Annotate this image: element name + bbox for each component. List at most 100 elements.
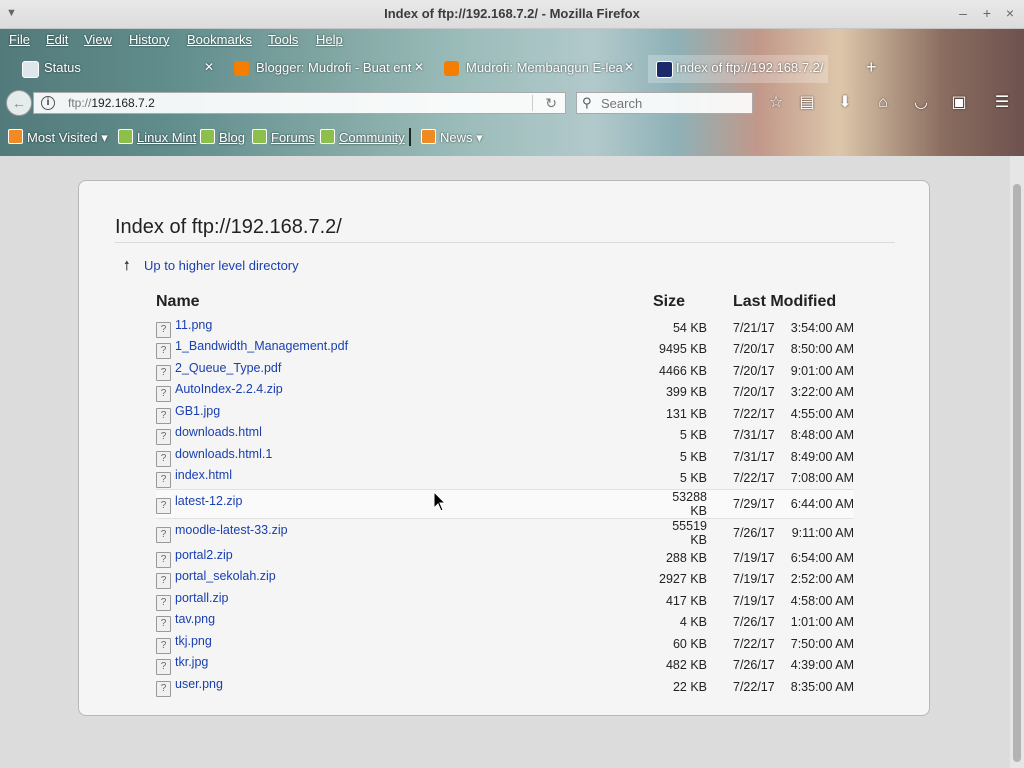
file-name-cell: ? latest-12.zip	[156, 489, 653, 519]
menu-help[interactable]: Help	[316, 32, 343, 47]
file-link[interactable]: portal2.zip	[175, 548, 233, 562]
unknown-file-icon: ?	[156, 407, 171, 424]
file-name-cell: ? 1_Bandwidth_Management.pdf	[156, 339, 653, 361]
most-visited-icon	[8, 129, 23, 144]
mint-icon	[320, 129, 335, 144]
file-link[interactable]: tav.png	[175, 612, 215, 626]
bookmark-blog[interactable]: Blog	[200, 129, 245, 145]
url-bar[interactable]: i ftp://192.168.7.2 ↻	[33, 92, 566, 114]
plus-icon: +	[866, 57, 877, 77]
file-link[interactable]: 2_Queue_Type.pdf	[175, 361, 281, 375]
unknown-file-icon: ?	[156, 429, 171, 446]
file-link[interactable]: tkr.jpg	[175, 655, 208, 669]
file-time-cell: 4:58:00 AM	[790, 593, 854, 608]
file-link[interactable]: downloads.html.1	[175, 447, 272, 461]
menu-edit[interactable]: Edit	[46, 32, 68, 47]
file-time-cell: 2:52:00 AM	[790, 572, 854, 587]
file-size-cell: 2927 KB	[659, 572, 707, 587]
file-name-cell: ? 2_Queue_Type.pdf	[156, 360, 653, 382]
close-tab-icon[interactable]: ✕	[414, 60, 424, 74]
table-row: ? tkj.png 60 KB 7/22/17 7:50:00 AM	[156, 633, 854, 655]
search-input[interactable]	[599, 95, 743, 112]
close-tab-icon[interactable]: ✕	[204, 60, 214, 74]
column-modified-header[interactable]: Last Modified	[733, 289, 854, 317]
unknown-file-icon: ?	[156, 343, 171, 360]
file-date-cell: 7/22/17	[733, 471, 775, 486]
file-time-cell: 8:35:00 AM	[790, 679, 854, 694]
rss-icon	[421, 129, 436, 144]
table-row: ? tav.png 4 KB 7/26/17 1:01:00 AM	[156, 612, 854, 634]
file-time-cell: 4:39:00 AM	[790, 658, 854, 673]
file-name-cell: ? 11.png	[156, 317, 653, 339]
minimize-button[interactable]: –	[954, 5, 972, 21]
window-titlebar: ▼ Index of ftp://192.168.7.2/ - Mozilla …	[0, 0, 1024, 29]
file-size-cell: 482 KB	[665, 658, 707, 673]
bookmark-most-visited[interactable]: Most Visited ▾	[8, 129, 108, 146]
file-link[interactable]: index.html	[175, 468, 232, 482]
url-divider	[532, 95, 533, 111]
scrollbar-thumb[interactable]	[1013, 184, 1021, 762]
file-link[interactable]: user.png	[175, 677, 223, 691]
download-icon[interactable]: ⬇	[835, 93, 855, 113]
file-link[interactable]: GB1.jpg	[175, 404, 220, 418]
file-link[interactable]: downloads.html	[175, 425, 262, 439]
file-link[interactable]: latest-12.zip	[175, 494, 242, 508]
tab-strip: Status ✕ Blogger: Mudrofi - Buat ent ✕ M…	[0, 55, 1024, 85]
file-link[interactable]: moodle-latest-33.zip	[175, 523, 288, 537]
file-date-cell: 7/20/17	[733, 342, 775, 357]
reload-icon[interactable]: ↻	[545, 95, 557, 112]
file-size-cell: 5 KB	[679, 449, 707, 464]
file-link[interactable]: AutoIndex-2.2.4.zip	[175, 382, 283, 396]
bookmark-label: Most Visited	[27, 130, 98, 145]
bookmark-community[interactable]: Community	[320, 129, 405, 145]
title-divider	[115, 242, 895, 243]
blogger-icon	[234, 61, 249, 76]
extension-icon[interactable]: ▣	[949, 93, 969, 113]
column-name-header[interactable]: Name	[156, 289, 653, 317]
maximize-button[interactable]: +	[978, 5, 996, 21]
close-tab-icon[interactable]: ✕	[624, 60, 634, 74]
file-link[interactable]: 11.png	[175, 318, 212, 332]
close-window-button[interactable]: ×	[1001, 5, 1019, 21]
file-link[interactable]: portall.zip	[175, 591, 229, 605]
unknown-file-icon: ?	[156, 680, 171, 697]
tab-label: Blogger: Mudrofi - Buat ent	[256, 60, 412, 75]
home-icon[interactable]: ⌂	[873, 93, 893, 113]
menu-view[interactable]: View	[84, 32, 112, 47]
file-link[interactable]: tkj.png	[175, 634, 212, 648]
bookmark-star-icon[interactable]: ☆	[766, 93, 786, 113]
pocket-icon[interactable]: ◡	[911, 93, 931, 113]
tab-blogger-dashboard[interactable]: Blogger: Mudrofi - Buat ent ✕	[234, 55, 432, 83]
bookmark-forums[interactable]: Forums	[252, 129, 315, 145]
new-tab-button[interactable]: +	[862, 53, 884, 81]
menu-bookmarks[interactable]: Bookmarks	[187, 32, 252, 47]
file-date-cell: 7/19/17	[733, 572, 775, 587]
bookmark-linux-mint[interactable]: Linux Mint	[118, 129, 196, 145]
page-viewport: Index of ftp://192.168.7.2/ 🠕 Up to highe…	[0, 156, 1010, 768]
tab-blogger-post[interactable]: Mudrofi: Membangun E-lea ✕	[444, 55, 640, 83]
mouse-cursor-icon	[433, 491, 447, 512]
info-icon[interactable]: i	[41, 96, 55, 110]
file-link[interactable]: 1_Bandwidth_Management.pdf	[175, 339, 348, 353]
column-size-header[interactable]: Size	[653, 289, 733, 317]
hamburger-menu-icon[interactable]: ☰	[992, 93, 1012, 113]
chevron-down-icon: ▾	[472, 130, 483, 145]
tab-ftp-index[interactable]: Index of ftp://192.168.7.2/	[648, 55, 828, 83]
tab-status[interactable]: Status ✕	[22, 55, 222, 83]
search-bar[interactable]: ⚲	[576, 92, 753, 114]
up-directory-link[interactable]: 🠕 Up to higher level directory	[124, 257, 299, 279]
file-link[interactable]: portal_sekolah.zip	[175, 569, 276, 583]
menu-tools[interactable]: Tools	[268, 32, 298, 47]
vertical-scrollbar[interactable]	[1010, 156, 1024, 768]
file-date-cell: 7/20/17	[733, 363, 775, 378]
bookmarks-library-icon[interactable]: ▤	[797, 93, 817, 113]
menu-history[interactable]: History	[129, 32, 169, 47]
menu-bar: File Edit View History Bookmarks Tools H…	[0, 29, 1024, 51]
menu-file[interactable]: File	[9, 32, 30, 47]
bookmark-news[interactable]: News ▾	[421, 129, 483, 146]
unknown-file-icon: ?	[156, 573, 171, 590]
back-button[interactable]: ←	[6, 90, 32, 116]
file-size-cell: 5 KB	[679, 428, 707, 443]
navigation-bar: ← i ftp://192.168.7.2 ↻ ⚲ ☆ ▤ ⬇ ⌂ ◡ ▣ ☰	[0, 88, 1024, 118]
blogger-icon	[444, 61, 459, 76]
